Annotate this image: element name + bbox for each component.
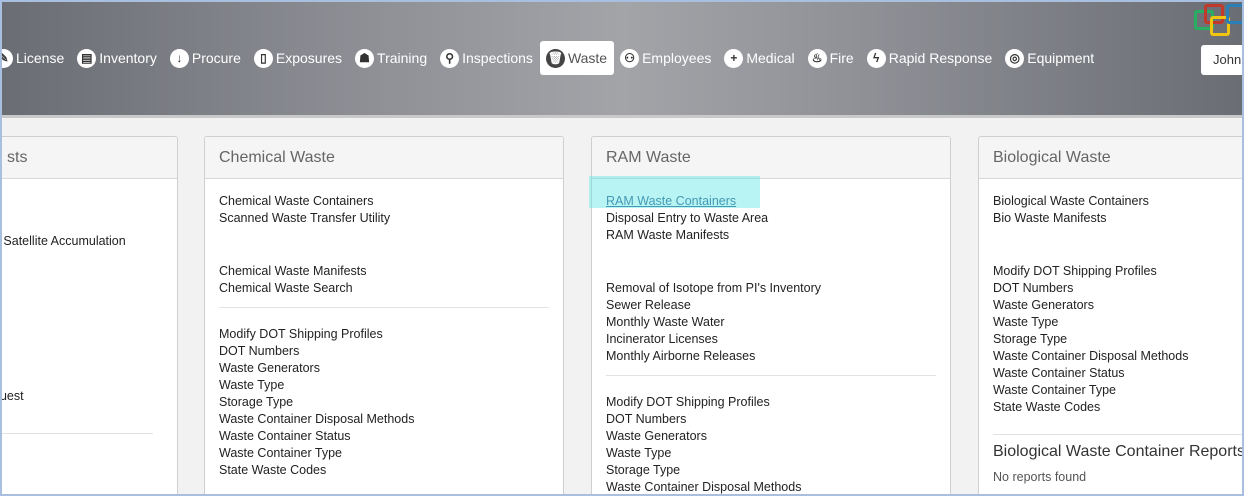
nav-training[interactable]: ☗ Training [349,41,434,75]
nav-procure[interactable]: ↓ Procure [164,41,248,75]
exposures-icon: ▯ [253,48,273,68]
left-panel: sts g Satellite Accumulation quest [2,136,178,494]
bio-link[interactable]: Waste Container Disposal Methods [993,348,1242,365]
nav-item-label: Rapid Response [888,50,993,66]
chemical-link[interactable]: Waste Type [219,377,549,394]
chemical-link[interactable]: Chemical Waste Manifests [219,263,549,280]
ram-link[interactable]: Modify DOT Shipping Profiles [606,394,936,411]
hover-highlight [589,176,760,208]
bio-reports-title: Biological Waste Container Reports [993,443,1244,460]
bio-link[interactable]: Waste Type [993,314,1242,331]
chemical-link[interactable]: Storage Type [219,394,549,411]
ram-link[interactable]: Monthly Waste Water [606,314,936,331]
training-icon: ☗ [355,48,375,68]
medical-icon: + [724,48,744,68]
biological-waste-title: Biological Waste [979,137,1242,179]
chemical-waste-title: Chemical Waste [205,137,563,179]
inventory-icon: ▤ [77,48,97,68]
chemical-link[interactable]: Chemical Waste Search [219,280,549,297]
nav-medical[interactable]: + Medical [718,41,801,75]
nav-item-label: Inspections [462,50,533,66]
main-nav: ✎License▤Inventory↓Procure▯Exposures☗Tra… [2,40,1101,76]
bio-reports-empty: No reports found [993,470,1087,484]
section-divider [219,307,549,308]
nav-equipment[interactable]: ◎ Equipment [999,41,1101,75]
left-panel-title: sts [2,137,177,179]
nav-license[interactable]: ✎License [2,41,71,75]
app-logo [1192,4,1242,36]
ram-link[interactable]: Disposal Entry to Waste Area [606,210,936,227]
nav-item-label: Fire [829,50,854,66]
bio-link[interactable]: Storage Type [993,331,1242,348]
nav-employees[interactable]: ⚇ Employees [614,41,718,75]
nav-waste[interactable]: 🗑 Waste [539,41,615,75]
nav-inspections[interactable]: ⚲ Inspections [434,41,540,75]
ram-link[interactable]: Storage Type [606,462,936,479]
ram-link[interactable]: Sewer Release [606,297,936,314]
rapid-response-icon: ϟ [866,48,886,68]
ram-link[interactable]: Waste Container Disposal Methods [606,479,936,494]
chemical-link[interactable]: Chemical Waste Containers [219,193,549,210]
bio-link[interactable]: State Waste Codes [993,399,1242,416]
section-divider [606,375,936,376]
ram-link[interactable]: Waste Generators [606,428,936,445]
nav-item-label: Equipment [1027,50,1095,66]
biological-waste-panel: Biological Waste Biological Waste Contai… [978,136,1244,494]
nav-item-label: Procure [191,50,241,66]
chemical-link[interactable]: DOT Numbers [219,343,549,360]
chemical-link[interactable]: Modify DOT Shipping Profiles [219,326,549,343]
nav-item-label: License [16,50,65,66]
chemical-waste-panel: Chemical Waste Chemical Waste Containers… [204,136,564,494]
section-divider [993,434,1242,435]
nav-item-label: Medical [746,50,795,66]
nav-item-label: Exposures [275,50,343,66]
nav-item-label: Inventory [99,50,157,66]
waste-icon: 🗑 [545,48,565,68]
inspections-icon: ⚲ [440,48,460,68]
chemical-link[interactable]: Waste Container Disposal Methods [219,411,549,428]
ram-link[interactable]: Incinerator Licenses [606,331,936,348]
fire-icon: ♨ [807,48,827,68]
procure-icon: ↓ [169,48,189,68]
nav-item-label: Waste [567,50,608,66]
nav-fire[interactable]: ♨ Fire [802,41,861,75]
equipment-icon: ◎ [1005,48,1025,68]
chemical-link[interactable]: State Waste Codes [219,462,549,479]
ram-link[interactable]: Waste Type [606,445,936,462]
ram-link[interactable]: Removal of Isotope from PI's Inventory [606,280,936,297]
employees-icon: ⚇ [620,48,640,68]
nav-inventory[interactable]: ▤ Inventory [71,41,164,75]
ram-link[interactable]: RAM Waste Manifests [606,227,936,244]
bio-link[interactable]: Waste Container Type [993,382,1242,399]
ram-link[interactable]: DOT Numbers [606,411,936,428]
user-menu-button[interactable]: John [1201,45,1242,75]
app-frame: ✎License▤Inventory↓Procure▯Exposures☗Tra… [0,0,1244,496]
bio-link[interactable]: Modify DOT Shipping Profiles [993,263,1242,280]
chemical-link[interactable]: Waste Container Status [219,428,549,445]
chemical-link[interactable]: Waste Container Type [219,445,549,462]
left-panel-link[interactable]: quest [2,388,163,405]
logo-square-blue-icon [1226,4,1242,24]
bio-link[interactable]: Waste Generators [993,297,1242,314]
left-panel-link[interactable]: g Satellite Accumulation [2,233,163,250]
nav-item-label: Employees [642,50,712,66]
top-navigation-bar: ✎License▤Inventory↓Procure▯Exposures☗Tra… [2,2,1242,118]
chemical-link[interactable]: Scanned Waste Transfer Utility [219,210,549,227]
bio-link[interactable]: Bio Waste Manifests [993,210,1242,227]
license-icon: ✎ [2,48,13,68]
chemical-link[interactable]: Waste Generators [219,360,549,377]
nav-exposures[interactable]: ▯ Exposures [248,41,349,75]
nav-rapid-response[interactable]: ϟ Rapid Response [861,41,1000,75]
bio-link[interactable]: DOT Numbers [993,280,1242,297]
ram-link[interactable]: Monthly Airborne Releases [606,348,936,365]
nav-item-label: Training [377,50,428,66]
bio-link[interactable]: Biological Waste Containers [993,193,1242,210]
bio-link[interactable]: Waste Container Status [993,365,1242,382]
ram-waste-title: RAM Waste [592,137,950,179]
